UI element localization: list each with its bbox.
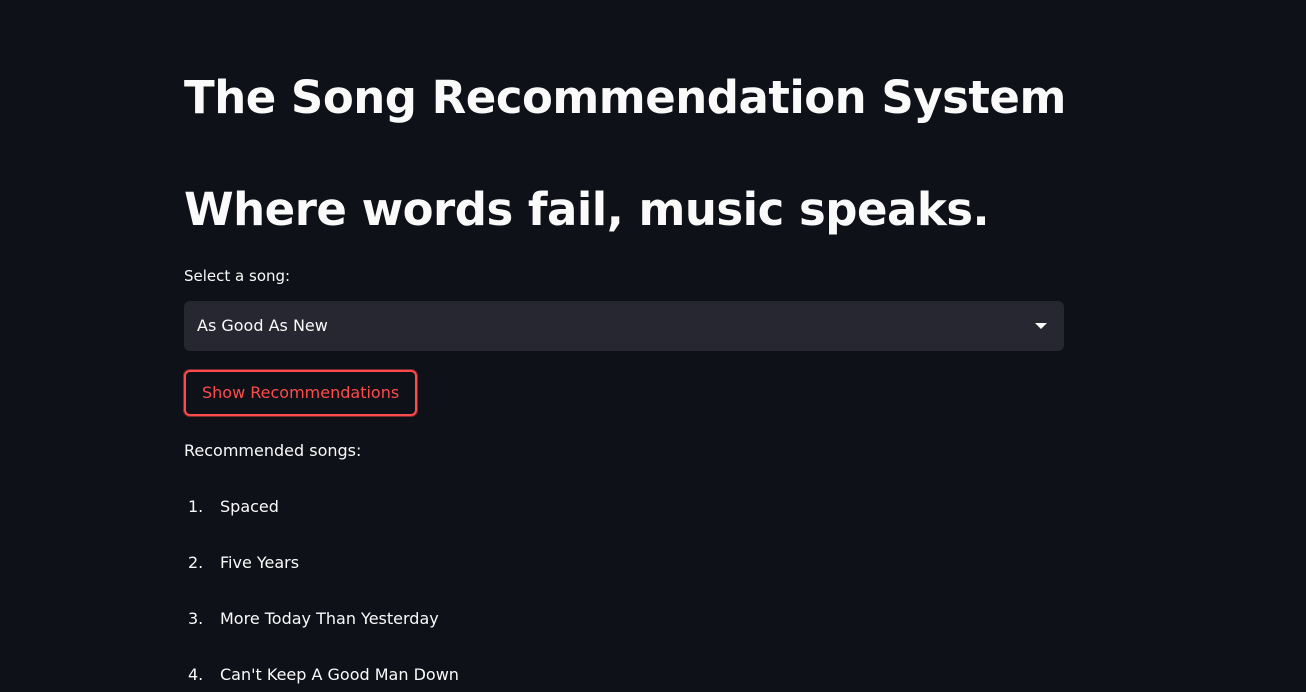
list-item: 4. Can't Keep A Good Man Down [184,664,1064,692]
list-item-title: Five Years [220,553,300,572]
chevron-down-icon[interactable] [1035,323,1047,329]
list-item: 2. Five Years [184,552,1064,608]
page-subtitle: Where words fail, music speaks. [184,183,990,236]
show-recommendations-button[interactable]: Show Recommendations [184,370,418,416]
list-item: 1. Spaced [184,496,1064,552]
recommended-songs-label: Recommended songs: [184,441,362,460]
list-item-number: 1. [188,497,204,516]
list-item-number: 3. [188,609,204,628]
recommendations-list: 1. Spaced 2. Five Years 3. More Today Th… [184,496,1064,692]
page-title: The Song Recommendation System [184,71,1066,124]
list-item-number: 4. [188,665,204,684]
list-item-title: More Today Than Yesterday [220,609,439,628]
song-select-dropdown[interactable]: As Good As New [184,301,1064,351]
song-select-label: Select a song: [184,267,291,285]
list-item: 3. More Today Than Yesterday [184,608,1064,664]
app-page: The Song Recommendation System Where wor… [0,0,1306,692]
list-item-title: Can't Keep A Good Man Down [220,665,459,684]
list-item-number: 2. [188,553,204,572]
song-select-value: As Good As New [197,316,328,335]
list-item-title: Spaced [220,497,279,516]
